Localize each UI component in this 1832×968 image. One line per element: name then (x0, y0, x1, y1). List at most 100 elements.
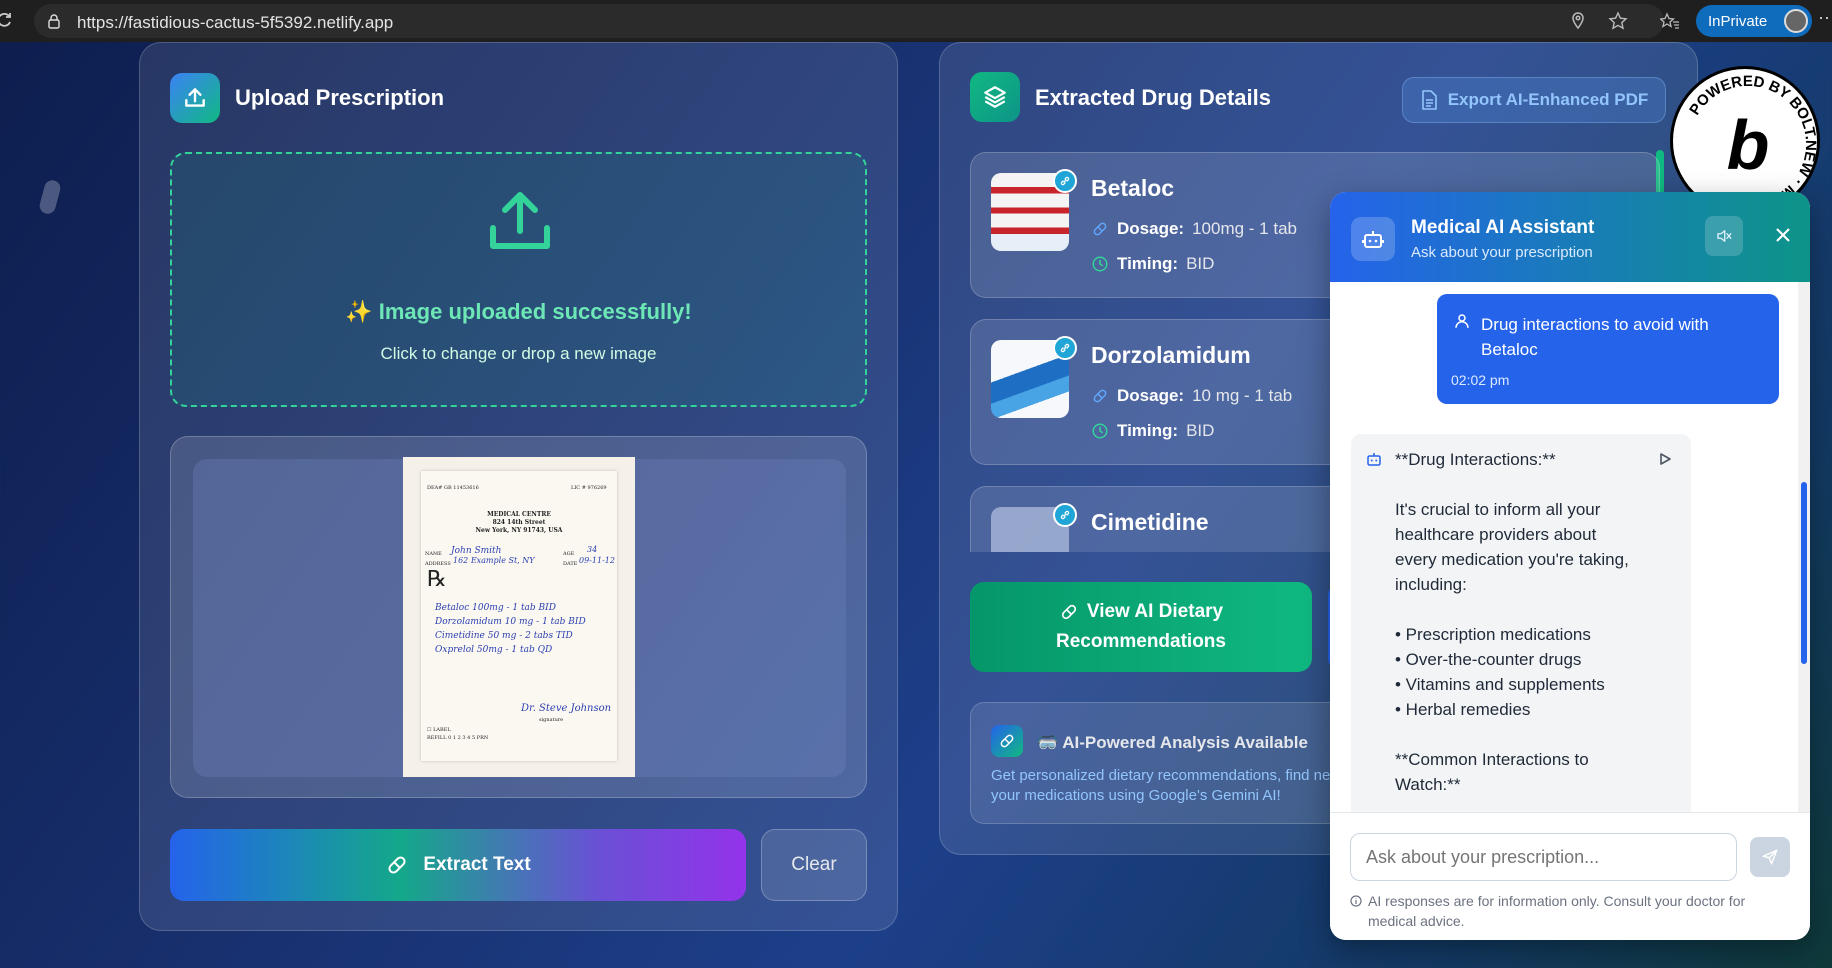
close-chat-button[interactable] (1768, 220, 1798, 250)
ai-desc-line1: Get personalized dietary recommendations… (991, 767, 1331, 784)
clear-label: Clear (791, 854, 837, 875)
dosage-value: 100mg - 1 tab (1192, 219, 1297, 238)
extract-text-label: Extract Text (423, 854, 531, 875)
rx-line-4: Oxprelol 50mg - 1 tab QD (435, 645, 553, 655)
more-menu-icon[interactable]: ⋯ (1818, 8, 1832, 29)
chat-input[interactable] (1350, 833, 1737, 881)
user-icon (1455, 314, 1469, 328)
pill-icon (1093, 389, 1107, 403)
rx-date-value: 09-11-12 (579, 556, 615, 565)
clear-button[interactable]: Clear (761, 829, 867, 901)
send-button[interactable] (1750, 837, 1790, 877)
bot-line: It's crucial to inform all your (1395, 500, 1601, 519)
ai-analysis-info: 🥽 AI-Powered Analysis Available Get pers… (970, 702, 1370, 824)
ai-analysis-desc: Get personalized dietary recommendations… (991, 766, 1371, 806)
timing-label: Timing: (1117, 421, 1179, 440)
chat-disclaimer: AI responses are for information only. C… (1368, 893, 1746, 929)
rx-line-2: Dorzolamidum 10 mg - 1 tab BID (435, 617, 586, 627)
pill-icon (1093, 222, 1107, 236)
robot-icon (1351, 217, 1395, 261)
rx-signature-label: signature (539, 717, 564, 723)
clock-icon (1092, 423, 1108, 439)
bot-line: **Drug Interactions:** (1395, 450, 1556, 469)
clock-icon (1092, 256, 1108, 272)
upload-hint-text: Click to change or drop a new image (380, 344, 657, 363)
dosage-label: Dosage: (1117, 386, 1185, 405)
chat-scrollbar-thumb[interactable] (1801, 482, 1807, 664)
inprivate-button[interactable]: InPrivate (1696, 5, 1812, 37)
layers-icon (970, 72, 1020, 122)
play-icon[interactable] (1658, 452, 1672, 466)
pill-icon (1061, 604, 1076, 620)
upload-success-text: ✨ Image uploaded successfully! (345, 299, 692, 324)
diet-button-line2: Recommendations (1056, 631, 1226, 652)
bot-line: • Vitamins and supplements (1395, 675, 1605, 694)
rx-date-label: DATE (563, 561, 578, 567)
profile-avatar[interactable] (1784, 9, 1808, 33)
rx-symbol: ℞ (427, 567, 447, 592)
diet-button-line1: View AI Dietary (1086, 601, 1224, 622)
chat-title: Medical AI Assistant (1411, 217, 1595, 238)
drug-timing-row: Timing: BID (1091, 421, 1214, 441)
rx-clinic-name: MEDICAL CENTRE (487, 511, 551, 518)
drug-name: Dorzolamidum (1091, 342, 1251, 368)
link-badge-icon (1053, 169, 1077, 193)
speaker-mute-icon (1717, 230, 1732, 242)
link-badge-icon (1053, 336, 1077, 360)
timing-value: BID (1186, 421, 1215, 440)
rx-clinic-street: 824 14th Street (492, 519, 546, 526)
export-pdf-label: Export AI-Enhanced PDF (1447, 90, 1649, 109)
chat-scrollbar[interactable] (1798, 282, 1810, 812)
user-message-time: 02:02 pm (1451, 372, 1510, 388)
bot-line: Watch:** (1395, 775, 1461, 794)
inprivate-label: InPrivate (1708, 12, 1768, 30)
rx-line-3: Cimetidine 50 mg - 2 tabs TID (435, 631, 573, 641)
bot-line: • Herbal remedies (1395, 700, 1531, 719)
location-icon[interactable] (1568, 11, 1588, 31)
mute-button[interactable] (1705, 216, 1743, 256)
decorative-blob (37, 178, 63, 216)
bot-line: • Prescription medications (1395, 625, 1591, 644)
bot-line: • Over-the-counter drugs (1395, 650, 1582, 669)
prescription-paper: DEA# GB 11453616 LIC # 976269 MEDICAL CE… (421, 471, 617, 761)
extract-text-button[interactable]: Extract Text (170, 829, 746, 901)
rx-address-value: 162 Example St, NY (453, 556, 535, 565)
bot-line: every medication you're taking, (1395, 550, 1629, 569)
dietary-recommendations-button[interactable]: View AI Dietary Recommendations (970, 582, 1312, 672)
dosage-value: 10 mg - 1 tab (1192, 386, 1293, 405)
timing-label: Timing: (1117, 254, 1179, 273)
drug-name: Betaloc (1091, 175, 1175, 201)
favorites-icon[interactable] (1660, 11, 1680, 31)
bot-message: **Drug Interactions:** It's crucial to i… (1351, 434, 1691, 854)
timing-value: BID (1186, 254, 1215, 273)
rx-age-label: AGE (563, 551, 575, 557)
address-bar[interactable]: https://fastidious-cactus-5f5392.netlify… (34, 4, 1664, 38)
chat-footer: AI responses are for information only. C… (1330, 812, 1810, 940)
favorite-star-icon[interactable] (1608, 11, 1628, 31)
chat-subtitle: Ask about your prescription (1411, 244, 1593, 261)
chat-header: Medical AI Assistant Ask about your pres… (1330, 192, 1810, 282)
rx-dea: DEA# GB 11453616 (427, 485, 479, 491)
dosage-label: Dosage: (1117, 219, 1185, 238)
user-message-text: Drug interactions to avoid with Betaloc (1481, 312, 1761, 362)
rx-refill: REFILL 0 1 2 3 4 5 PRN (427, 735, 489, 741)
rx-name-value: John Smith (451, 546, 502, 556)
bot-line: healthcare providers about (1395, 525, 1597, 544)
drug-timing-row: Timing: BID (1091, 254, 1214, 274)
user-message: Drug interactions to avoid with Betaloc … (1437, 294, 1779, 404)
image-dropzone[interactable]: ✨ Image uploaded successfully! Click to … (170, 152, 867, 407)
rx-age-value: 34 (587, 545, 598, 554)
drug-name: Cimetidine (1091, 509, 1209, 535)
drug-dosage-row: Dosage: 10 mg - 1 tab (1091, 386, 1292, 406)
pill-icon (388, 856, 406, 874)
ai-desc-line2: your medications using Google's Gemini A… (991, 787, 1281, 804)
lock-icon[interactable] (46, 13, 62, 29)
upload-title: Upload Prescription (235, 85, 445, 110)
rx-line-1: Betaloc 100mg - 1 tab BID (435, 603, 556, 613)
export-pdf-button[interactable]: Export AI-Enhanced PDF (1402, 77, 1666, 123)
refresh-icon[interactable] (0, 10, 14, 30)
chat-messages[interactable]: Drug interactions to avoid with Betaloc … (1330, 282, 1810, 854)
rx-signature: Dr. Steve Johnson (521, 703, 612, 714)
url-text[interactable]: https://fastidious-cactus-5f5392.netlify… (77, 13, 393, 33)
link-badge-icon (1053, 503, 1077, 527)
